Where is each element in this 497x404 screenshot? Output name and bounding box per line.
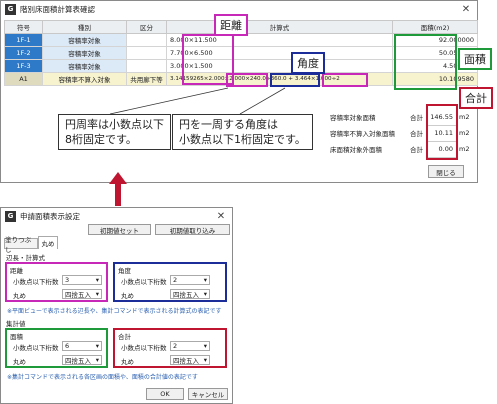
area-digits-select[interactable]: 6 ▾: [62, 341, 102, 351]
chevron-down-icon: ▾: [95, 290, 99, 298]
chevron-down-icon: ▾: [203, 290, 207, 298]
distance-group: 距離 小数点以下桁数 3 ▾ 丸め 四捨五入 ▾: [5, 262, 108, 302]
distance-group-title: 距離: [10, 267, 23, 275]
note-edge-formula: ※平面ビューで表示される辺長や、集計コマンドで表示される計算式の表記です: [7, 308, 222, 315]
total-digits-label: 小数点以下桁数: [121, 344, 167, 352]
app-icon: G: [5, 210, 16, 222]
distance-digits-value: 3: [65, 276, 70, 284]
distance-digits-select[interactable]: 3 ▾: [62, 275, 102, 285]
section-totals: 集計値: [6, 320, 26, 328]
chevron-down-icon: ▾: [203, 356, 207, 364]
area-group: 面積 小数点以下桁数 6 ▾ 丸め 四捨五入 ▾: [5, 328, 108, 368]
cancel-button[interactable]: キャンセル: [188, 388, 228, 400]
angle-digits-select[interactable]: 2 ▾: [170, 275, 210, 285]
total-round-label: 丸め: [121, 358, 134, 366]
total-round-value: 四捨五入: [173, 357, 199, 365]
angle-group: 角度 小数点以下桁数 2 ▾ 丸め 四捨五入 ▾: [113, 262, 227, 302]
chevron-down-icon: ▾: [95, 356, 99, 364]
tab-fill[interactable]: 塗りつぶし: [4, 236, 38, 254]
area-round-value: 四捨五入: [65, 357, 91, 365]
distance-digits-label: 小数点以下桁数: [13, 278, 59, 286]
chevron-down-icon: ▾: [95, 276, 99, 284]
section-edge-formula: 辺長・計算式: [6, 254, 45, 262]
area-group-title: 面積: [10, 333, 23, 341]
angle-digits-value: 2: [173, 276, 178, 284]
tab-rounding[interactable]: 丸め: [38, 236, 58, 249]
settings-window: G 申請面積表示設定 ✕ 初期値セット 初期値取り込み 塗りつぶし 丸め 辺長・…: [0, 207, 233, 404]
total-group-title: 合計: [118, 333, 131, 341]
init-load-button[interactable]: 初期値取り込み: [155, 224, 230, 235]
total-digits-value: 2: [173, 342, 178, 350]
settings-title: 申請面積表示設定: [20, 211, 80, 221]
chevron-down-icon: ▾: [95, 342, 99, 350]
total-digits-select[interactable]: 2 ▾: [170, 341, 210, 351]
up-arrow-icon: [109, 172, 127, 206]
chevron-down-icon: ▾: [203, 342, 207, 350]
area-digits-value: 6: [65, 342, 70, 350]
area-round-select[interactable]: 四捨五入 ▾: [62, 355, 102, 365]
distance-round-select[interactable]: 四捨五入 ▾: [62, 289, 102, 299]
settings-titlebar: G 申請面積表示設定 ✕: [1, 208, 232, 224]
note-totals: ※集計コマンドで表示される各区画の面積や、面積の合計値の表記です: [7, 374, 198, 381]
angle-digits-label: 小数点以下桁数: [121, 278, 167, 286]
chevron-down-icon: ▾: [203, 276, 207, 284]
ok-button[interactable]: OK: [146, 388, 184, 400]
angle-round-label: 丸め: [121, 292, 134, 300]
area-round-label: 丸め: [13, 358, 26, 366]
distance-round-value: 四捨五入: [65, 291, 91, 299]
total-round-select[interactable]: 四捨五入 ▾: [170, 355, 210, 365]
init-set-button[interactable]: 初期値セット: [88, 224, 151, 235]
distance-round-label: 丸め: [13, 292, 26, 300]
close-icon[interactable]: ✕: [214, 211, 228, 222]
total-group: 合計 小数点以下桁数 2 ▾ 丸め 四捨五入 ▾: [113, 328, 227, 368]
angle-round-value: 四捨五入: [173, 291, 199, 299]
angle-group-title: 角度: [118, 267, 131, 275]
angle-round-select[interactable]: 四捨五入 ▾: [170, 289, 210, 299]
area-digits-label: 小数点以下桁数: [13, 344, 59, 352]
